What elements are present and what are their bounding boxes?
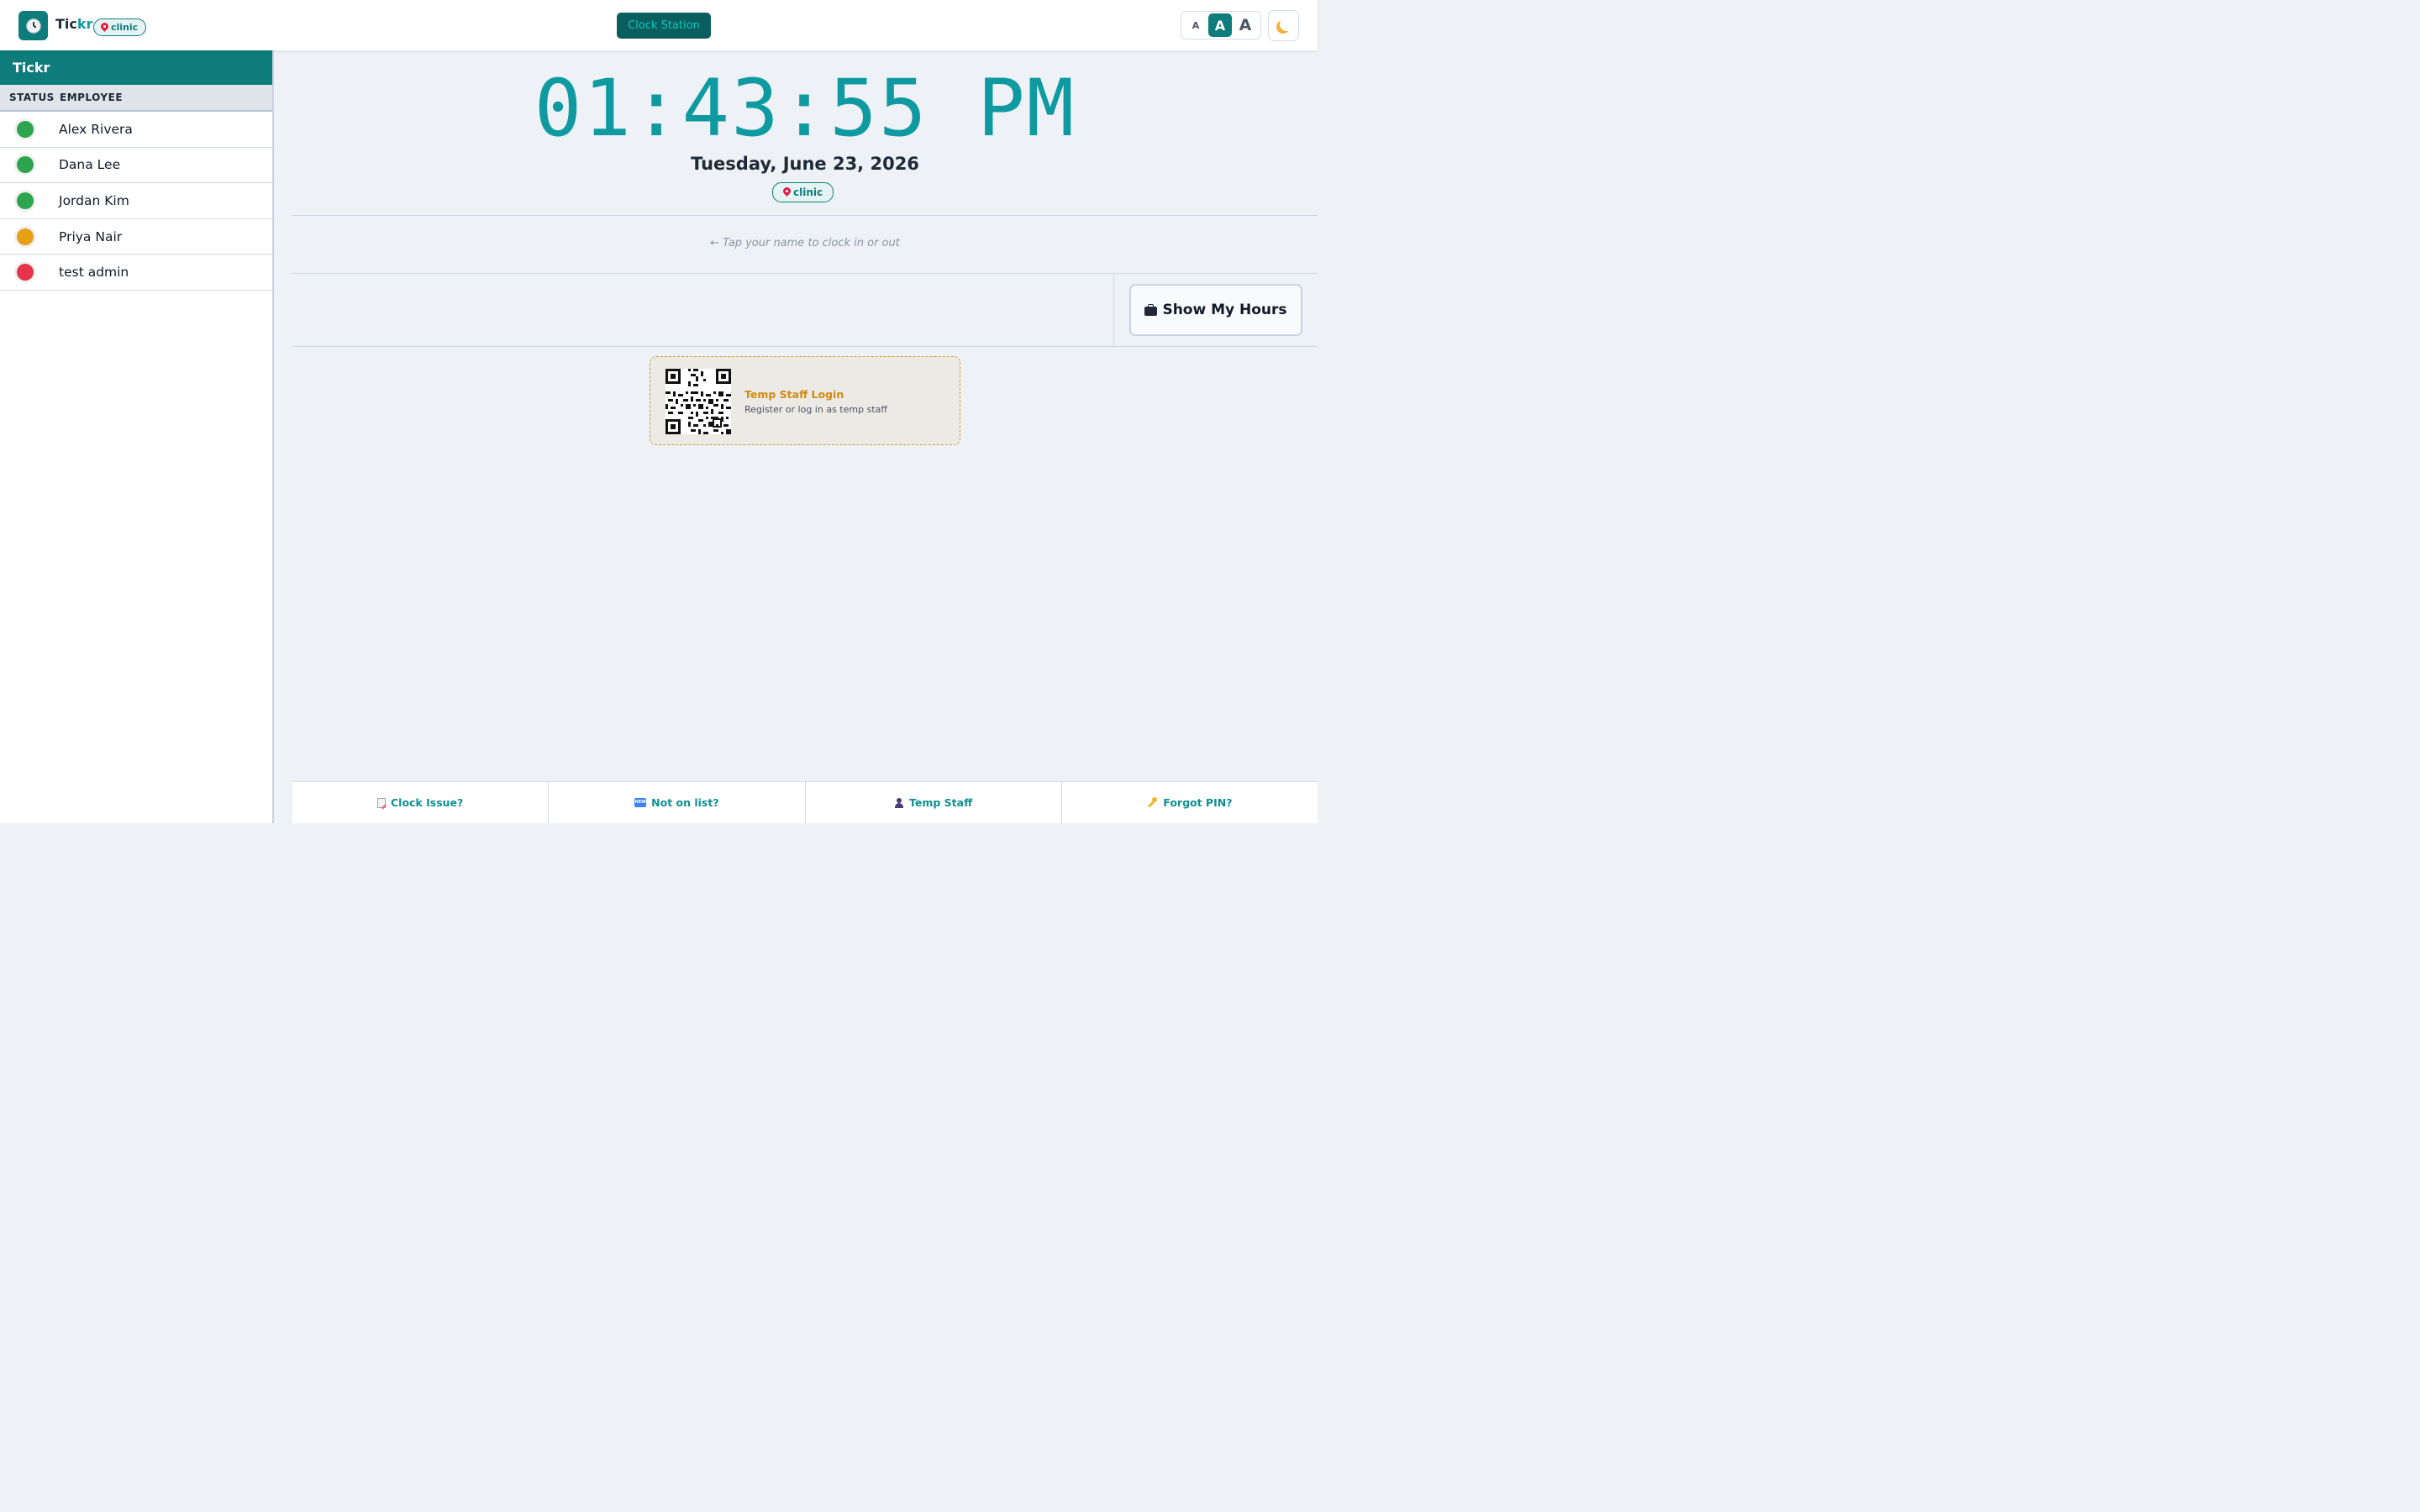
note-icon <box>376 797 386 808</box>
clock-issue-label: Clock Issue? <box>390 796 464 809</box>
location-badge-center: clinic <box>772 182 834 202</box>
brand-name: Tickr <box>55 16 92 32</box>
pin-icon <box>783 187 791 197</box>
employee-name: test admin <box>59 265 129 281</box>
status-dot <box>17 156 34 174</box>
show-my-hours-label: Show My Hours <box>1162 302 1287 318</box>
column-employee: EMPLOYEE <box>60 92 124 103</box>
logo <box>18 11 48 40</box>
temp-staff-login-title: Temp Staff Login <box>744 388 844 401</box>
employee-name: Alex Rivera <box>59 121 133 137</box>
forgot-pin-link[interactable]: Forgot PIN? <box>1062 782 1318 823</box>
temp-staff-login-card[interactable]: Temp Staff Login Register or log in as t… <box>650 356 960 445</box>
employee-row[interactable]: Alex Rivera <box>0 112 272 148</box>
current-time: 01:43:55 PM <box>534 63 1076 155</box>
clock-issue-link[interactable]: Clock Issue? <box>292 782 550 823</box>
current-date: Tuesday, June 23, 2026 <box>691 154 919 174</box>
user-icon <box>894 797 904 808</box>
location-badge: clinic <box>93 18 147 36</box>
location-label: clinic <box>793 186 823 198</box>
temp-staff-login-subtitle: Register or log in as temp staff <box>744 404 887 415</box>
employee-row[interactable]: Dana Lee <box>0 148 272 184</box>
column-status: STATUS <box>9 92 55 103</box>
status-dot <box>17 192 34 209</box>
employee-table-header: STATUS EMPLOYEE <box>0 85 272 112</box>
not-on-list-label: Not on list? <box>651 796 719 809</box>
brand-accent: kr <box>76 16 93 32</box>
employee-name: Dana Lee <box>59 157 121 173</box>
not-on-list-link[interactable]: NEW Not on list? <box>549 782 806 823</box>
briefcase-icon <box>1144 303 1158 316</box>
status-dot <box>17 264 34 281</box>
key-icon <box>1147 797 1158 808</box>
font-size-large-button[interactable]: A <box>1234 13 1257 37</box>
font-size-small-button[interactable]: A <box>1185 13 1207 37</box>
clock-station-button[interactable]: Clock Station <box>617 13 711 39</box>
forgot-pin-label: Forgot PIN? <box>1163 796 1233 809</box>
pin-icon <box>101 23 108 33</box>
divider <box>292 273 1318 274</box>
employee-row[interactable]: Priya Nair <box>0 219 272 255</box>
font-size-medium-button[interactable]: A <box>1208 13 1232 37</box>
top-bar: Tickr clinic Clock Station A A A <box>0 0 1318 50</box>
temp-staff-label: Temp Staff <box>909 796 973 809</box>
divider <box>292 346 1318 347</box>
show-my-hours-button[interactable]: Show My Hours <box>1129 284 1302 336</box>
font-size-selector: A A A <box>1181 11 1261 39</box>
divider <box>1113 274 1114 346</box>
employee-sidebar: Tickr STATUS EMPLOYEE Alex Rivera Dana L… <box>0 50 274 823</box>
employee-name: Priya Nair <box>59 228 123 244</box>
clock-hint: ← Tap your name to clock in or out <box>710 237 900 249</box>
status-dot <box>17 120 34 138</box>
brand-main: Tic <box>55 16 77 32</box>
sidebar-title: Tickr <box>0 50 272 85</box>
status-dot <box>17 228 34 245</box>
location-label: clinic <box>111 22 139 33</box>
employee-list: Alex Rivera Dana Lee Jordan Kim Priya Na… <box>0 112 272 291</box>
employee-row[interactable]: test admin <box>0 255 272 291</box>
clock-main-panel: 01:43:55 PM Tuesday, June 23, 2026 clini… <box>292 50 1318 823</box>
divider <box>292 215 1318 216</box>
temp-staff-link[interactable]: Temp Staff <box>806 782 1062 823</box>
qr-code-icon <box>666 369 731 434</box>
dark-mode-toggle[interactable] <box>1268 10 1299 41</box>
clock-icon <box>25 18 41 34</box>
new-badge-icon: NEW <box>634 798 647 807</box>
help-footer: Clock Issue? NEW Not on list? Temp Staff… <box>292 781 1318 823</box>
employee-name: Jordan Kim <box>59 192 129 208</box>
moon-icon <box>1280 18 1293 31</box>
employee-row[interactable]: Jordan Kim <box>0 183 272 219</box>
